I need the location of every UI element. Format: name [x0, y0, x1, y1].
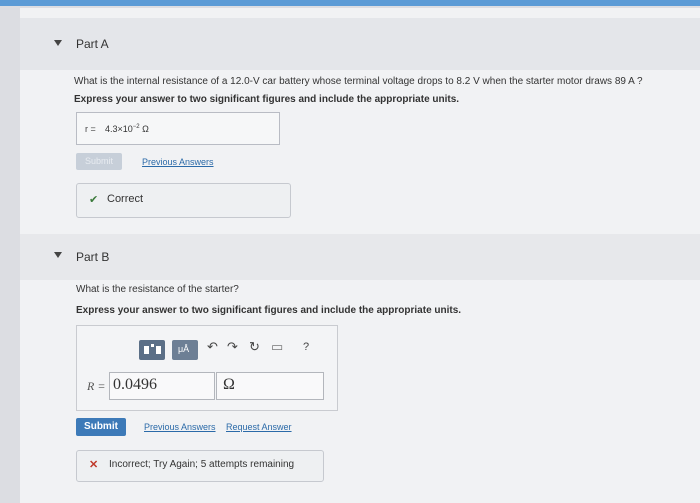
answer-value: 0.0496 — [113, 376, 157, 393]
part-a-title: Part A — [76, 37, 109, 51]
part-a-submit-button[interactable]: Submit — [76, 153, 122, 170]
feedback-text: Incorrect; Try Again; 5 attempts remaini… — [109, 459, 295, 470]
templates-icon — [144, 344, 161, 354]
help-icon[interactable]: ? — [303, 341, 309, 353]
templates-button[interactable] — [139, 340, 165, 360]
part-b-instruction: Express your answer to two significant f… — [76, 305, 462, 316]
part-b-header[interactable]: Part B — [20, 234, 700, 280]
units-button[interactable]: μÅ — [172, 340, 198, 360]
reset-icon[interactable]: ↻ — [249, 339, 260, 355]
answer-label: R = — [87, 379, 106, 393]
answer-value-input[interactable]: 0.0496 — [109, 372, 215, 400]
part-b-feedback: ✕ Incorrect; Try Again; 5 attempts remai… — [76, 450, 324, 482]
part-a-answer-display: r = 4.3×10−2 Ω — [76, 112, 280, 145]
part-a-feedback: ✔ Correct — [76, 183, 291, 218]
units-icon: μÅ — [178, 344, 190, 354]
request-answer-link[interactable]: Request Answer — [226, 422, 292, 432]
part-b-question: What is the resistance of the starter? — [76, 284, 239, 295]
part-a-instruction: Express your answer to two significant f… — [74, 94, 460, 105]
undo-icon[interactable]: ↶ — [207, 339, 218, 355]
part-b-submit-button[interactable]: Submit — [76, 418, 126, 436]
redo-icon[interactable]: ↷ — [227, 339, 238, 355]
part-b-title: Part B — [76, 250, 110, 264]
collapse-caret-icon[interactable] — [54, 252, 62, 258]
top-accent-bar — [0, 0, 700, 6]
feedback-text: Correct — [107, 193, 144, 205]
collapse-caret-icon[interactable] — [54, 40, 62, 46]
answer-value: 4.3×10−2 Ω — [105, 124, 149, 134]
keyboard-icon[interactable]: ▭ — [271, 339, 283, 355]
answer-unit-input[interactable]: Ω — [216, 372, 324, 400]
part-a-previous-answers-link[interactable]: Previous Answers — [142, 157, 214, 167]
part-b-previous-answers-link[interactable]: Previous Answers — [144, 422, 216, 432]
check-icon: ✔ — [89, 194, 99, 206]
answer-unit: Ω — [223, 376, 235, 393]
part-a-question: What is the internal resistance of a 12.… — [74, 76, 643, 87]
incorrect-x-icon: ✕ — [89, 459, 99, 471]
part-a-header[interactable]: Part A — [20, 18, 700, 70]
problem-page: Part A What is the internal resistance o… — [20, 8, 700, 503]
answer-label: r = — [85, 124, 96, 134]
